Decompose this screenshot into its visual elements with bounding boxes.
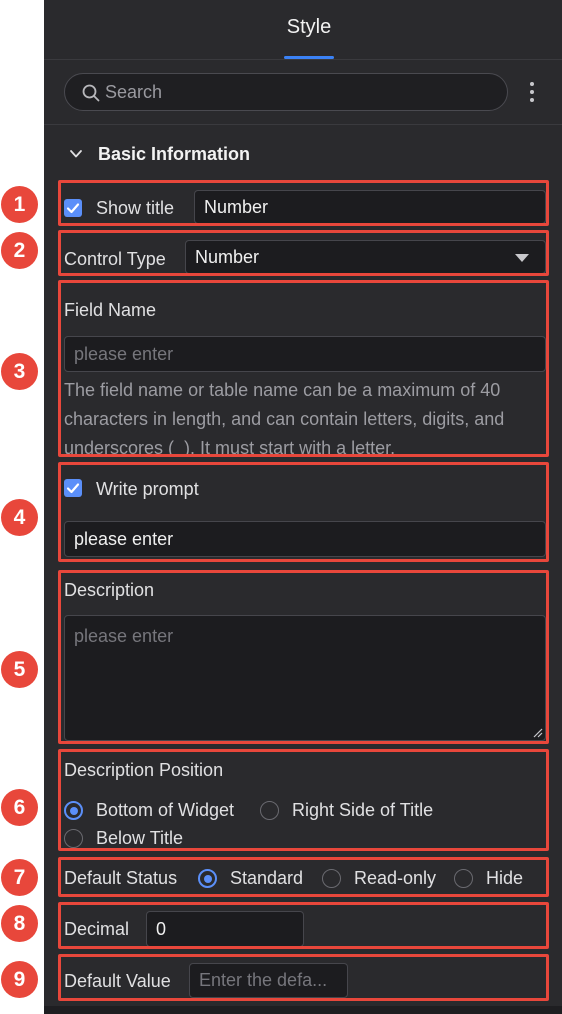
show-title-label: Show title: [96, 198, 175, 218]
resize-handle-icon[interactable]: [531, 726, 543, 738]
default-status-label: Default Status: [64, 868, 178, 888]
radio-read-only[interactable]: [322, 869, 341, 888]
show-title-checkbox[interactable]: [64, 199, 82, 217]
dropdown-arrow-icon: [515, 254, 529, 262]
annotation-badge-6: 6: [1, 789, 38, 826]
option-below-title-label: Below Title: [96, 828, 184, 848]
more-options-icon[interactable]: [522, 80, 542, 104]
chevron-down-icon: [70, 150, 82, 158]
decimal-label: Decimal: [64, 919, 130, 939]
description-textarea[interactable]: please enter: [64, 615, 546, 741]
radio-right-side-of-title[interactable]: [260, 801, 279, 820]
radio-below-title[interactable]: [64, 829, 83, 848]
annotation-badge-1: 1: [1, 186, 38, 223]
annotation-badge-7: 7: [1, 859, 38, 896]
search-input[interactable]: [105, 74, 495, 110]
search-icon: [82, 84, 100, 102]
option-read-only-label: Read-only: [354, 868, 437, 888]
default-value-label: Default Value: [64, 971, 171, 991]
description-label: Description: [64, 580, 155, 600]
style-panel: Style Basic Information Show title Contr…: [44, 0, 562, 1014]
option-hide-label: Hide: [486, 868, 524, 888]
description-placeholder: please enter: [74, 626, 174, 646]
show-title-input[interactable]: [194, 190, 546, 224]
write-prompt-checkbox[interactable]: [64, 479, 82, 497]
option-right-side-of-title-label: Right Side of Title: [292, 800, 434, 820]
annotation-badge-5: 5: [1, 651, 38, 688]
field-name-help-text: The field name or table name can be a ma…: [64, 380, 505, 454]
tab-divider: [44, 59, 562, 60]
annotation-badge-4: 4: [1, 499, 38, 536]
option-standard-label: Standard: [230, 868, 304, 888]
field-name-input[interactable]: [64, 336, 546, 372]
write-prompt-label: Write prompt: [96, 479, 199, 499]
description-position-label: Description Position: [64, 760, 224, 780]
tab-style[interactable]: Style: [284, 16, 334, 39]
radio-bottom-of-widget[interactable]: [64, 801, 83, 820]
search-divider: [44, 124, 562, 125]
radio-standard[interactable]: [198, 869, 217, 888]
annotation-badge-3: 3: [1, 353, 38, 390]
annotation-badge-2: 2: [1, 232, 38, 269]
section-title: Basic Information: [98, 143, 251, 164]
field-name-label: Field Name: [64, 300, 157, 320]
annotation-badge-8: 8: [1, 905, 38, 942]
decimal-input[interactable]: [146, 911, 304, 947]
default-value-input[interactable]: [189, 963, 348, 998]
section-basic-information[interactable]: Basic Information: [68, 140, 250, 168]
control-type-label: Control Type: [64, 249, 166, 269]
control-type-select[interactable]: Number: [185, 240, 546, 274]
annotation-badge-9: 9: [1, 961, 38, 998]
write-prompt-input[interactable]: [64, 521, 546, 557]
option-bottom-of-widget-label: Bottom of Widget: [96, 800, 235, 820]
radio-hide[interactable]: [454, 869, 473, 888]
panel-bottom-edge: [44, 1006, 562, 1014]
control-type-value: Number: [195, 247, 260, 267]
search-box[interactable]: [64, 73, 508, 111]
